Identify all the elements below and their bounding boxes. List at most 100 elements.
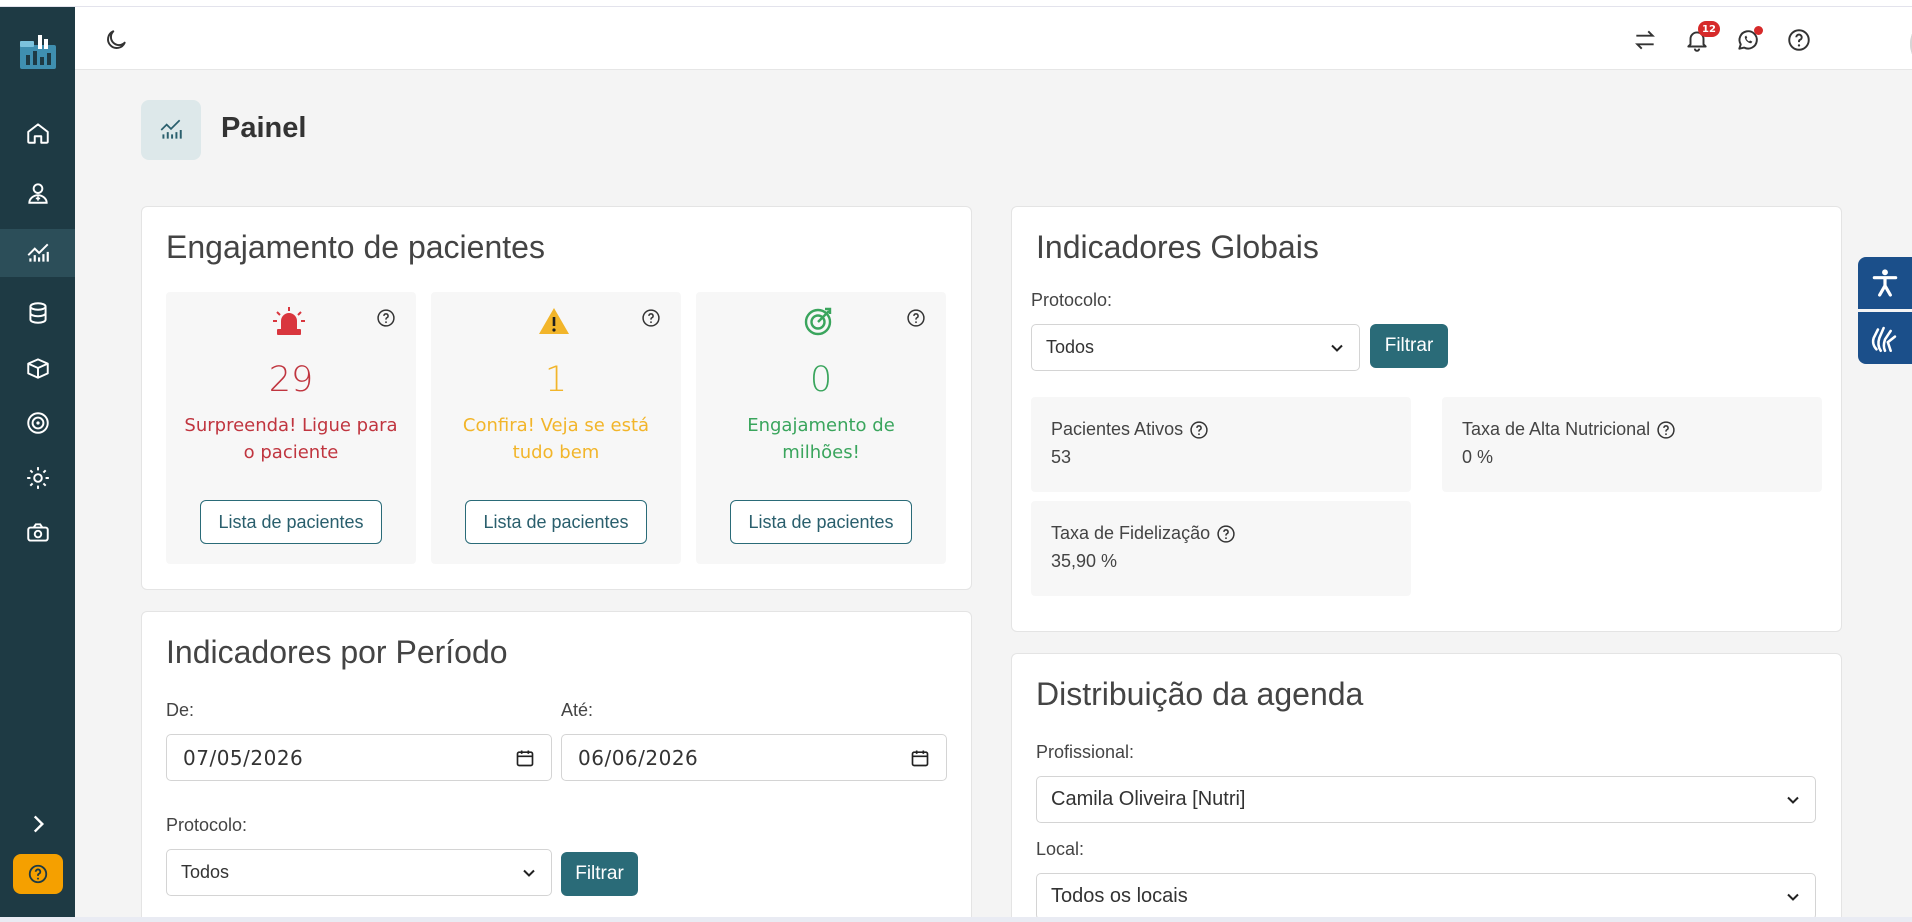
help-button[interactable] (13, 854, 63, 894)
engagement-count: 29 (268, 360, 314, 400)
gear-icon (26, 467, 49, 489)
period-protocol-select[interactable]: Todos (166, 849, 552, 896)
sidebar (0, 7, 75, 919)
to-date-value: 06/06/2026 (578, 745, 699, 770)
engagement-help-icon[interactable] (376, 308, 396, 328)
professional-value: Camila Oliveira [Nutri] (1051, 788, 1246, 810)
help-icon[interactable] (1216, 524, 1236, 544)
engagement-message: Confira! Veja se está tudo bem (462, 415, 650, 463)
sidebar-item-dashboard[interactable] (0, 229, 75, 277)
period-filter-button[interactable]: Filtrar (561, 852, 638, 896)
location-label: Local: (1036, 839, 1085, 859)
transfer-icon (1635, 30, 1655, 50)
sign-language-icon (1871, 326, 1897, 353)
whatsapp-button[interactable] (1733, 25, 1763, 55)
sign-language-button[interactable] (1858, 312, 1912, 364)
camera-icon (26, 523, 49, 542)
global-protocol-value: Todos (1046, 337, 1095, 357)
target-check-icon (801, 305, 837, 337)
window-top-border (0, 0, 1912, 7)
engagement-help-icon[interactable] (641, 308, 661, 328)
from-date-value: 07/05/2026 (183, 745, 304, 770)
database-icon (28, 302, 47, 324)
page-title: Painel (221, 112, 307, 144)
sidebar-item-goals[interactable] (0, 399, 75, 447)
page-icon (141, 100, 201, 160)
global-protocol-select[interactable]: Todos (1031, 324, 1360, 371)
patient-icon (27, 183, 48, 204)
notifications-button[interactable]: 12 (1682, 21, 1720, 55)
sidebar-item-database[interactable] (0, 289, 75, 337)
siren-icon (271, 305, 307, 337)
engagement-count: 1 (544, 360, 568, 400)
topbar: 12 (75, 7, 1912, 70)
sidebar-item-package[interactable] (0, 344, 75, 392)
stat-active-patients: Pacientes Ativos 53 (1031, 397, 1411, 492)
professional-select[interactable]: Camila Oliveira [Nutri] (1036, 776, 1816, 823)
engagement-count: 0 (809, 360, 833, 400)
calendar-icon[interactable] (910, 748, 930, 768)
stat-retention-rate: Taxa de Fidelização 35,90 % (1031, 501, 1411, 596)
accessibility-button[interactable] (1858, 257, 1912, 309)
warning-icon (536, 305, 572, 337)
engagement-box-check: 1 Confira! Veja se está tudo bem Lista d… (431, 292, 681, 564)
notification-badge: 12 (1698, 21, 1720, 37)
patient-list-button[interactable]: Lista de pacientes (200, 500, 382, 544)
from-date-input[interactable]: 07/05/2026 (166, 734, 552, 781)
target-icon (26, 412, 49, 434)
period-protocol-value: Todos (181, 862, 230, 882)
period-protocol-label: Protocolo: (166, 815, 248, 835)
chevron-down-icon (1787, 893, 1799, 901)
engagement-message: Surpreenda! Ligue para o paciente (184, 415, 398, 463)
patient-list-button[interactable]: Lista de pacientes (465, 500, 647, 544)
app-logo-icon[interactable] (18, 33, 58, 73)
period-indicators-title: Indicadores por Período (166, 634, 508, 670)
chevron-down-icon (523, 869, 535, 877)
transfer-button[interactable] (1630, 25, 1660, 55)
stat-value: 0 % (1462, 447, 1494, 467)
from-label: De: (166, 700, 195, 720)
engagement-message: Engajamento de milhões! (747, 415, 895, 463)
moon-icon (107, 30, 126, 49)
help-icon[interactable] (1656, 420, 1676, 440)
engagement-box-success: 0 Engajamento de milhões! Lista de pacie… (696, 292, 946, 564)
professional-label: Profissional: (1036, 742, 1135, 762)
schedule-title: Distribuição da agenda (1036, 676, 1364, 712)
stat-label: Taxa de Fidelização (1051, 523, 1211, 543)
dashboard-icon (160, 119, 182, 139)
home-icon (26, 123, 49, 144)
sidebar-expand-button[interactable] (0, 800, 75, 848)
to-label: Até: (561, 700, 594, 720)
dashboard-icon (27, 243, 49, 262)
engagement-help-icon[interactable] (906, 308, 926, 328)
stat-nutritional-discharge-rate: Taxa de Alta Nutricional 0 % (1442, 397, 1822, 492)
to-date-input[interactable]: 06/06/2026 (561, 734, 947, 781)
help-topbar-button[interactable] (1784, 25, 1814, 55)
engagement-title: Engajamento de pacientes (166, 229, 545, 265)
help-icon (1788, 29, 1810, 51)
package-icon (26, 358, 49, 379)
chevron-down-icon (1787, 796, 1799, 804)
sidebar-item-settings[interactable] (0, 454, 75, 502)
global-protocol-label: Protocolo: (1031, 290, 1113, 310)
global-indicators-title: Indicadores Globais (1036, 229, 1319, 265)
chevron-right-icon (33, 815, 44, 833)
sidebar-item-patients[interactable] (0, 169, 75, 217)
patient-list-button[interactable]: Lista de pacientes (730, 500, 912, 544)
stat-label: Taxa de Alta Nutricional (1462, 419, 1651, 439)
whatsapp-indicator (1754, 26, 1763, 35)
sidebar-item-media[interactable] (0, 509, 75, 557)
help-icon[interactable] (1189, 420, 1209, 440)
chevron-down-icon (1331, 344, 1343, 352)
global-filter-button[interactable]: Filtrar (1370, 324, 1448, 368)
location-select[interactable]: Todos os locais (1036, 873, 1816, 920)
stat-label: Pacientes Ativos (1051, 419, 1184, 439)
accessibility-icon (1872, 269, 1898, 297)
question-icon (28, 864, 48, 884)
sidebar-item-home[interactable] (0, 109, 75, 157)
theme-toggle-button[interactable] (103, 27, 129, 53)
location-value: Todos os locais (1051, 885, 1188, 907)
window-bottom-border (0, 917, 1912, 922)
stat-value: 35,90 % (1051, 551, 1118, 571)
calendar-icon[interactable] (515, 748, 535, 768)
